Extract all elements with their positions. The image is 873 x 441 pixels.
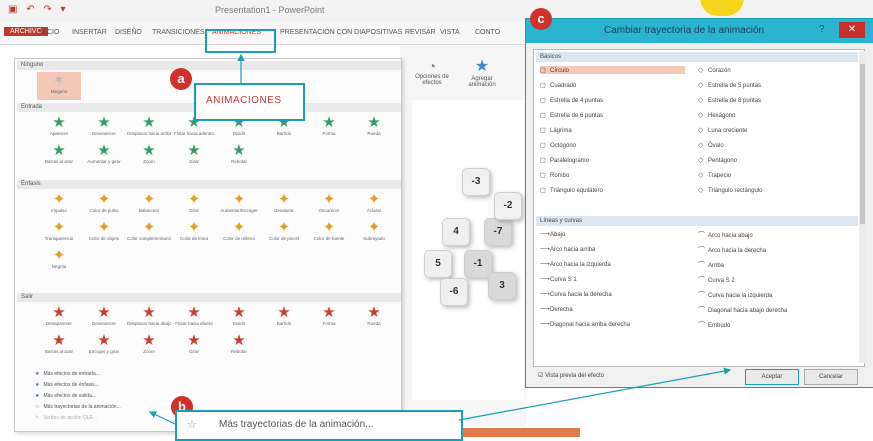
arrow-b-to-menu [148, 411, 176, 425]
arrow-b-to-ok [458, 367, 732, 421]
callout-arrows [148, 53, 732, 425]
